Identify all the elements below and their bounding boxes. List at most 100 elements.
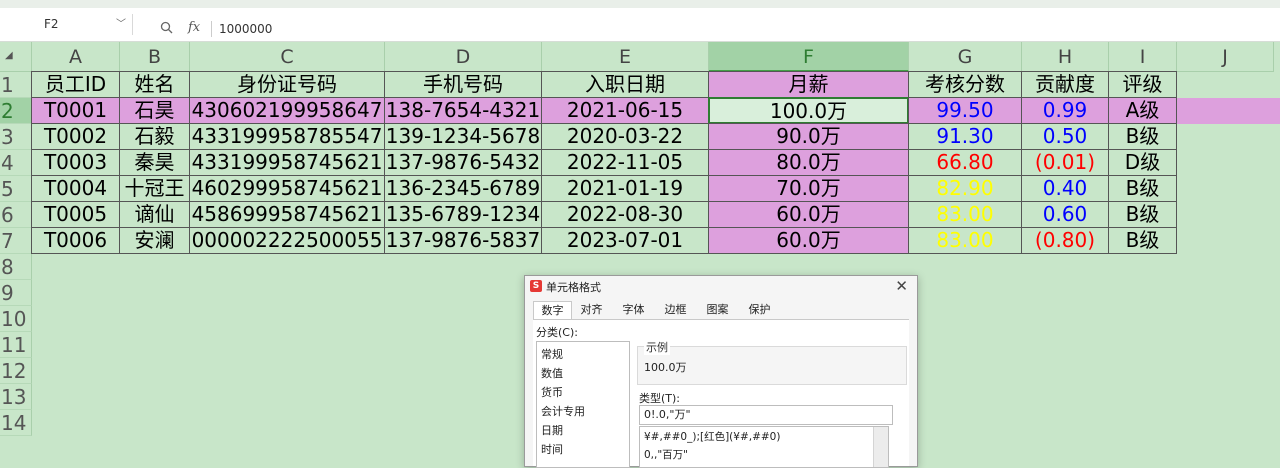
table-header-cell[interactable]: 月薪 bbox=[708, 71, 909, 98]
table-cell[interactable]: D级 bbox=[1108, 149, 1177, 176]
table-cell[interactable]: T0002 bbox=[31, 123, 120, 150]
row-header-14[interactable]: 14 bbox=[0, 410, 32, 436]
table-cell[interactable]: 2021-01-19 bbox=[541, 175, 709, 202]
column-header-e[interactable]: E bbox=[542, 42, 709, 72]
column-header-i[interactable]: I bbox=[1109, 42, 1177, 72]
row-header-6[interactable]: 6 bbox=[0, 202, 32, 228]
table-header-cell[interactable]: 考核分数 bbox=[908, 71, 1022, 98]
column-header-f[interactable]: F bbox=[709, 42, 909, 72]
zoom-icon[interactable] bbox=[160, 21, 173, 38]
row-header-12[interactable]: 12 bbox=[0, 358, 32, 384]
table-cell[interactable]: T0003 bbox=[31, 149, 120, 176]
row-header-7[interactable]: 7 bbox=[0, 228, 32, 254]
table-header-cell[interactable]: 身份证号码 bbox=[189, 71, 385, 98]
table-cell[interactable]: 60.0万 bbox=[708, 227, 909, 254]
list-item[interactable]: 数值 bbox=[541, 364, 563, 383]
table-cell[interactable]: 136-2345-6789 bbox=[384, 175, 542, 202]
table-cell[interactable]: 91.30 bbox=[908, 123, 1022, 150]
table-cell[interactable]: 2022-08-30 bbox=[541, 201, 709, 228]
table-cell[interactable]: A级 bbox=[1108, 97, 1177, 124]
list-item[interactable]: 常规 bbox=[541, 345, 563, 364]
table-cell[interactable]: T0005 bbox=[31, 201, 120, 228]
table-cell[interactable]: 谪仙 bbox=[119, 201, 190, 228]
table-cell[interactable]: 137-9876-5837 bbox=[384, 227, 542, 254]
table-cell[interactable]: 90.0万 bbox=[708, 123, 909, 150]
column-header-d[interactable]: D bbox=[385, 42, 542, 72]
table-cell[interactable]: T0001 bbox=[31, 97, 120, 124]
category-list[interactable]: 常规 数值 货币 会计专用 日期 时间 bbox=[536, 341, 630, 468]
type-input[interactable]: 0!.0,"万" bbox=[639, 405, 893, 425]
formula-input[interactable]: 1000000 bbox=[219, 22, 272, 36]
table-cell[interactable]: 0.60 bbox=[1021, 201, 1109, 228]
row-header-2[interactable]: 2 bbox=[0, 98, 32, 124]
table-cell[interactable]: 秦昊 bbox=[119, 149, 190, 176]
table-cell[interactable]: 460299958745621 bbox=[189, 175, 385, 202]
table-cell[interactable]: 139-1234-5678 bbox=[384, 123, 542, 150]
table-cell[interactable]: 70.0万 bbox=[708, 175, 909, 202]
tab-number[interactable]: 数字 bbox=[533, 301, 572, 320]
table-cell[interactable]: B级 bbox=[1108, 227, 1177, 254]
table-header-cell[interactable]: 姓名 bbox=[119, 71, 190, 98]
table-cell[interactable]: 82.90 bbox=[908, 175, 1022, 202]
tab-border[interactable]: 边框 bbox=[655, 301, 696, 319]
table-cell[interactable]: 2021-06-15 bbox=[541, 97, 709, 124]
table-cell[interactable]: 135-6789-1234 bbox=[384, 201, 542, 228]
list-item[interactable]: 会计专用 bbox=[541, 402, 585, 421]
table-cell[interactable]: 2020-03-22 bbox=[541, 123, 709, 150]
table-cell[interactable]: 安澜 bbox=[119, 227, 190, 254]
table-cell[interactable]: 433199958785547 bbox=[189, 123, 385, 150]
table-header-cell[interactable]: 入职日期 bbox=[541, 71, 709, 98]
table-cell[interactable]: 430602199958647 bbox=[189, 97, 385, 124]
table-cell[interactable]: T0004 bbox=[31, 175, 120, 202]
active-cell[interactable]: 100.0万 bbox=[708, 97, 909, 124]
tab-pattern[interactable]: 图案 bbox=[697, 301, 738, 319]
list-item[interactable]: 日期 bbox=[541, 421, 563, 440]
format-cells-dialog[interactable]: S 单元格格式 ✕ 数字 对齐 字体 边框 图案 保护 分类(C): 常规 数值… bbox=[524, 275, 918, 468]
list-item[interactable]: 货币 bbox=[541, 383, 563, 402]
chevron-down-icon[interactable]: ﹀ bbox=[116, 14, 126, 35]
table-cell[interactable]: 458699958745621 bbox=[189, 201, 385, 228]
row-header-8[interactable]: 8 bbox=[0, 254, 32, 280]
column-header-a[interactable]: A bbox=[32, 42, 120, 72]
table-cell[interactable]: 83.00 bbox=[908, 201, 1022, 228]
name-box[interactable]: F2 ﹀ bbox=[32, 14, 133, 35]
table-cell[interactable]: 2022-11-05 bbox=[541, 149, 709, 176]
table-cell[interactable]: 石昊 bbox=[119, 97, 190, 124]
table-cell[interactable]: 80.0万 bbox=[708, 149, 909, 176]
table-cell[interactable]: (0.01) bbox=[1021, 149, 1109, 176]
tab-font[interactable]: 字体 bbox=[613, 301, 654, 319]
type-list-scrollbar[interactable] bbox=[873, 427, 888, 467]
table-cell[interactable]: 137-9876-5432 bbox=[384, 149, 542, 176]
table-header-cell[interactable]: 手机号码 bbox=[384, 71, 542, 98]
list-item[interactable]: ¥#,##0_);[红色](¥#,##0) bbox=[644, 428, 780, 446]
table-header-cell[interactable]: 评级 bbox=[1108, 71, 1177, 98]
list-item[interactable]: 时间 bbox=[541, 440, 563, 459]
column-header-c[interactable]: C bbox=[190, 42, 385, 72]
table-cell[interactable]: B级 bbox=[1108, 175, 1177, 202]
row-header-13[interactable]: 13 bbox=[0, 384, 32, 410]
table-cell[interactable]: 60.0万 bbox=[708, 201, 909, 228]
table-cell[interactable]: 0.40 bbox=[1021, 175, 1109, 202]
tab-alignment[interactable]: 对齐 bbox=[571, 301, 612, 319]
table-cell[interactable]: 2023-07-01 bbox=[541, 227, 709, 254]
row-header-1[interactable]: 1 bbox=[0, 72, 32, 98]
table-cell[interactable]: (0.80) bbox=[1021, 227, 1109, 254]
table-cell[interactable]: B级 bbox=[1108, 123, 1177, 150]
row-header-4[interactable]: 4 bbox=[0, 150, 32, 176]
table-cell[interactable]: 石毅 bbox=[119, 123, 190, 150]
table-cell[interactable]: 433199958745621 bbox=[189, 149, 385, 176]
close-icon[interactable]: ✕ bbox=[895, 277, 908, 295]
function-icon[interactable]: fx bbox=[188, 20, 200, 35]
row-header-3[interactable]: 3 bbox=[0, 124, 32, 150]
table-cell[interactable]: 83.00 bbox=[908, 227, 1022, 254]
tab-protection[interactable]: 保护 bbox=[739, 301, 780, 319]
column-header-j[interactable]: J bbox=[1177, 42, 1274, 72]
table-cell[interactable]: 138-7654-4321 bbox=[384, 97, 542, 124]
table-cell[interactable]: 0.50 bbox=[1021, 123, 1109, 150]
column-header-b[interactable]: B bbox=[120, 42, 190, 72]
table-cell[interactable]: 000002222500055 bbox=[189, 227, 385, 254]
table-cell[interactable]: B级 bbox=[1108, 201, 1177, 228]
list-item[interactable]: 0,,"百万" bbox=[644, 446, 688, 464]
row-header-11[interactable]: 11 bbox=[0, 332, 32, 358]
table-cell[interactable]: 99.50 bbox=[908, 97, 1022, 124]
